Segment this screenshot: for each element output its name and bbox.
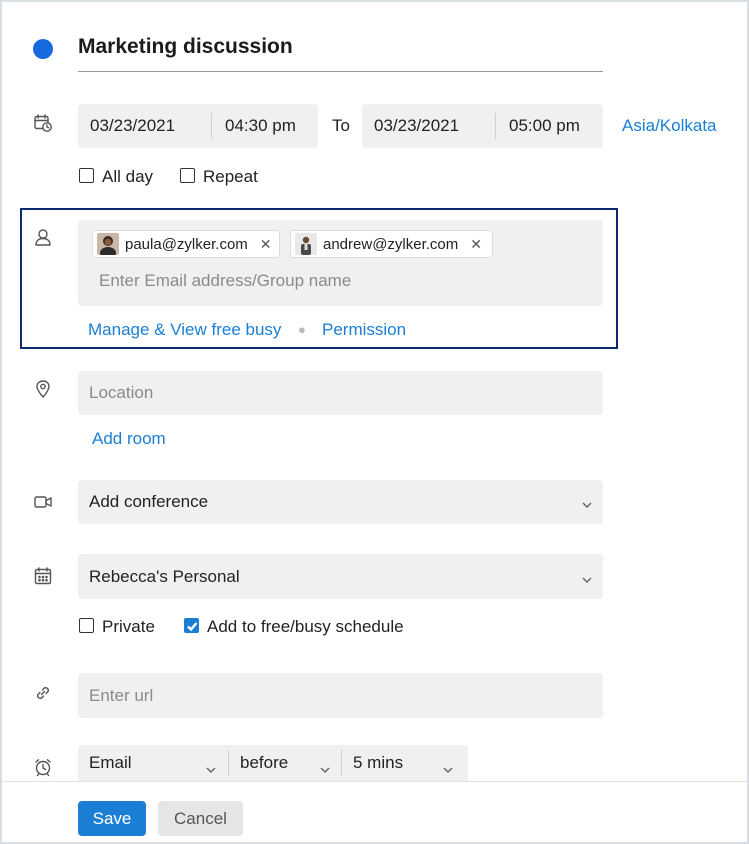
alarm-clock-icon xyxy=(32,756,54,778)
chevron-down-icon xyxy=(205,761,217,774)
timezone-link[interactable]: Asia/Kolkata xyxy=(622,116,717,136)
reminder-row: Email before 5 mins xyxy=(78,745,468,781)
start-datetime: 03/23/2021 04:30 pm xyxy=(78,104,318,148)
reminder-relation-select[interactable]: before xyxy=(229,745,341,781)
chevron-down-icon xyxy=(581,496,593,509)
url-placeholder: Enter url xyxy=(89,685,154,705)
start-date-field[interactable]: 03/23/2021 xyxy=(78,116,211,136)
repeat-checkbox[interactable] xyxy=(180,168,195,183)
all-day-checkbox[interactable] xyxy=(79,168,94,183)
footer-divider xyxy=(2,781,749,782)
chevron-down-icon xyxy=(581,571,593,584)
title-underline xyxy=(78,71,603,72)
attendee-email: andrew@zylker.com xyxy=(323,235,459,253)
reminder-duration-select[interactable]: 5 mins xyxy=(342,745,466,781)
location-input[interactable]: Location xyxy=(78,371,603,415)
remove-attendee-icon[interactable]: ✕ xyxy=(470,236,482,253)
calendar-icon xyxy=(32,565,54,587)
location-pin-icon xyxy=(32,378,54,400)
conference-select[interactable]: Add conference xyxy=(78,480,603,524)
all-day-label: All day xyxy=(102,167,154,186)
private-checkbox[interactable] xyxy=(79,618,94,633)
calendar-clock-icon xyxy=(32,112,54,134)
attendee-chip: andrew@zylker.com ✕ xyxy=(290,230,493,258)
video-camera-icon xyxy=(32,491,54,513)
chevron-down-icon xyxy=(319,761,331,774)
chevron-down-icon xyxy=(442,761,454,774)
event-color-dot[interactable] xyxy=(33,39,53,59)
location-placeholder: Location xyxy=(89,383,154,402)
repeat-label: Repeat xyxy=(203,167,258,186)
attendee-chip: paula@zylker.com ✕ xyxy=(92,230,280,258)
manage-free-busy-link[interactable]: Manage & View free busy xyxy=(88,320,281,340)
end-datetime: 03/23/2021 05:00 pm xyxy=(362,104,603,148)
to-label: To xyxy=(332,116,350,135)
cancel-button[interactable]: Cancel xyxy=(158,801,243,836)
attendees-field[interactable]: paula@zylker.com ✕ andrew@zylker.com ✕ E… xyxy=(78,220,603,306)
freebusy-label: Add to free/busy schedule xyxy=(207,617,404,636)
calendar-value: Rebecca's Personal xyxy=(89,566,240,586)
attendee-input-placeholder[interactable]: Enter Email address/Group name xyxy=(99,271,351,291)
avatar xyxy=(97,233,119,255)
event-editor: Marketing discussion 03/23/2021 04:30 pm… xyxy=(0,0,749,844)
permission-link[interactable]: Permission xyxy=(322,320,406,340)
attendee-email: paula@zylker.com xyxy=(125,235,248,253)
start-time-field[interactable]: 04:30 pm xyxy=(212,116,296,136)
remove-attendee-icon[interactable]: ✕ xyxy=(260,236,272,253)
freebusy-checkbox[interactable] xyxy=(184,618,199,633)
reminder-type-select[interactable]: Email xyxy=(78,745,228,781)
url-input[interactable]: Enter url xyxy=(78,673,603,718)
person-icon xyxy=(32,226,54,248)
save-button[interactable]: Save xyxy=(78,801,146,836)
conference-value: Add conference xyxy=(89,492,209,511)
checkmark-icon xyxy=(186,621,197,631)
private-label: Private xyxy=(102,617,155,636)
calendar-select[interactable]: Rebecca's Personal xyxy=(78,554,603,599)
link-icon xyxy=(32,682,54,704)
end-date-field[interactable]: 03/23/2021 xyxy=(362,116,495,136)
event-title-input[interactable]: Marketing discussion xyxy=(78,35,293,59)
reminder-duration-value: 5 mins xyxy=(353,753,404,772)
end-time-field[interactable]: 05:00 pm xyxy=(496,116,580,136)
reminder-type-value: Email xyxy=(89,753,132,772)
link-separator: ● xyxy=(298,322,306,337)
avatar xyxy=(295,233,317,255)
reminder-relation-value: before xyxy=(240,753,289,772)
add-room-link[interactable]: Add room xyxy=(92,429,166,449)
